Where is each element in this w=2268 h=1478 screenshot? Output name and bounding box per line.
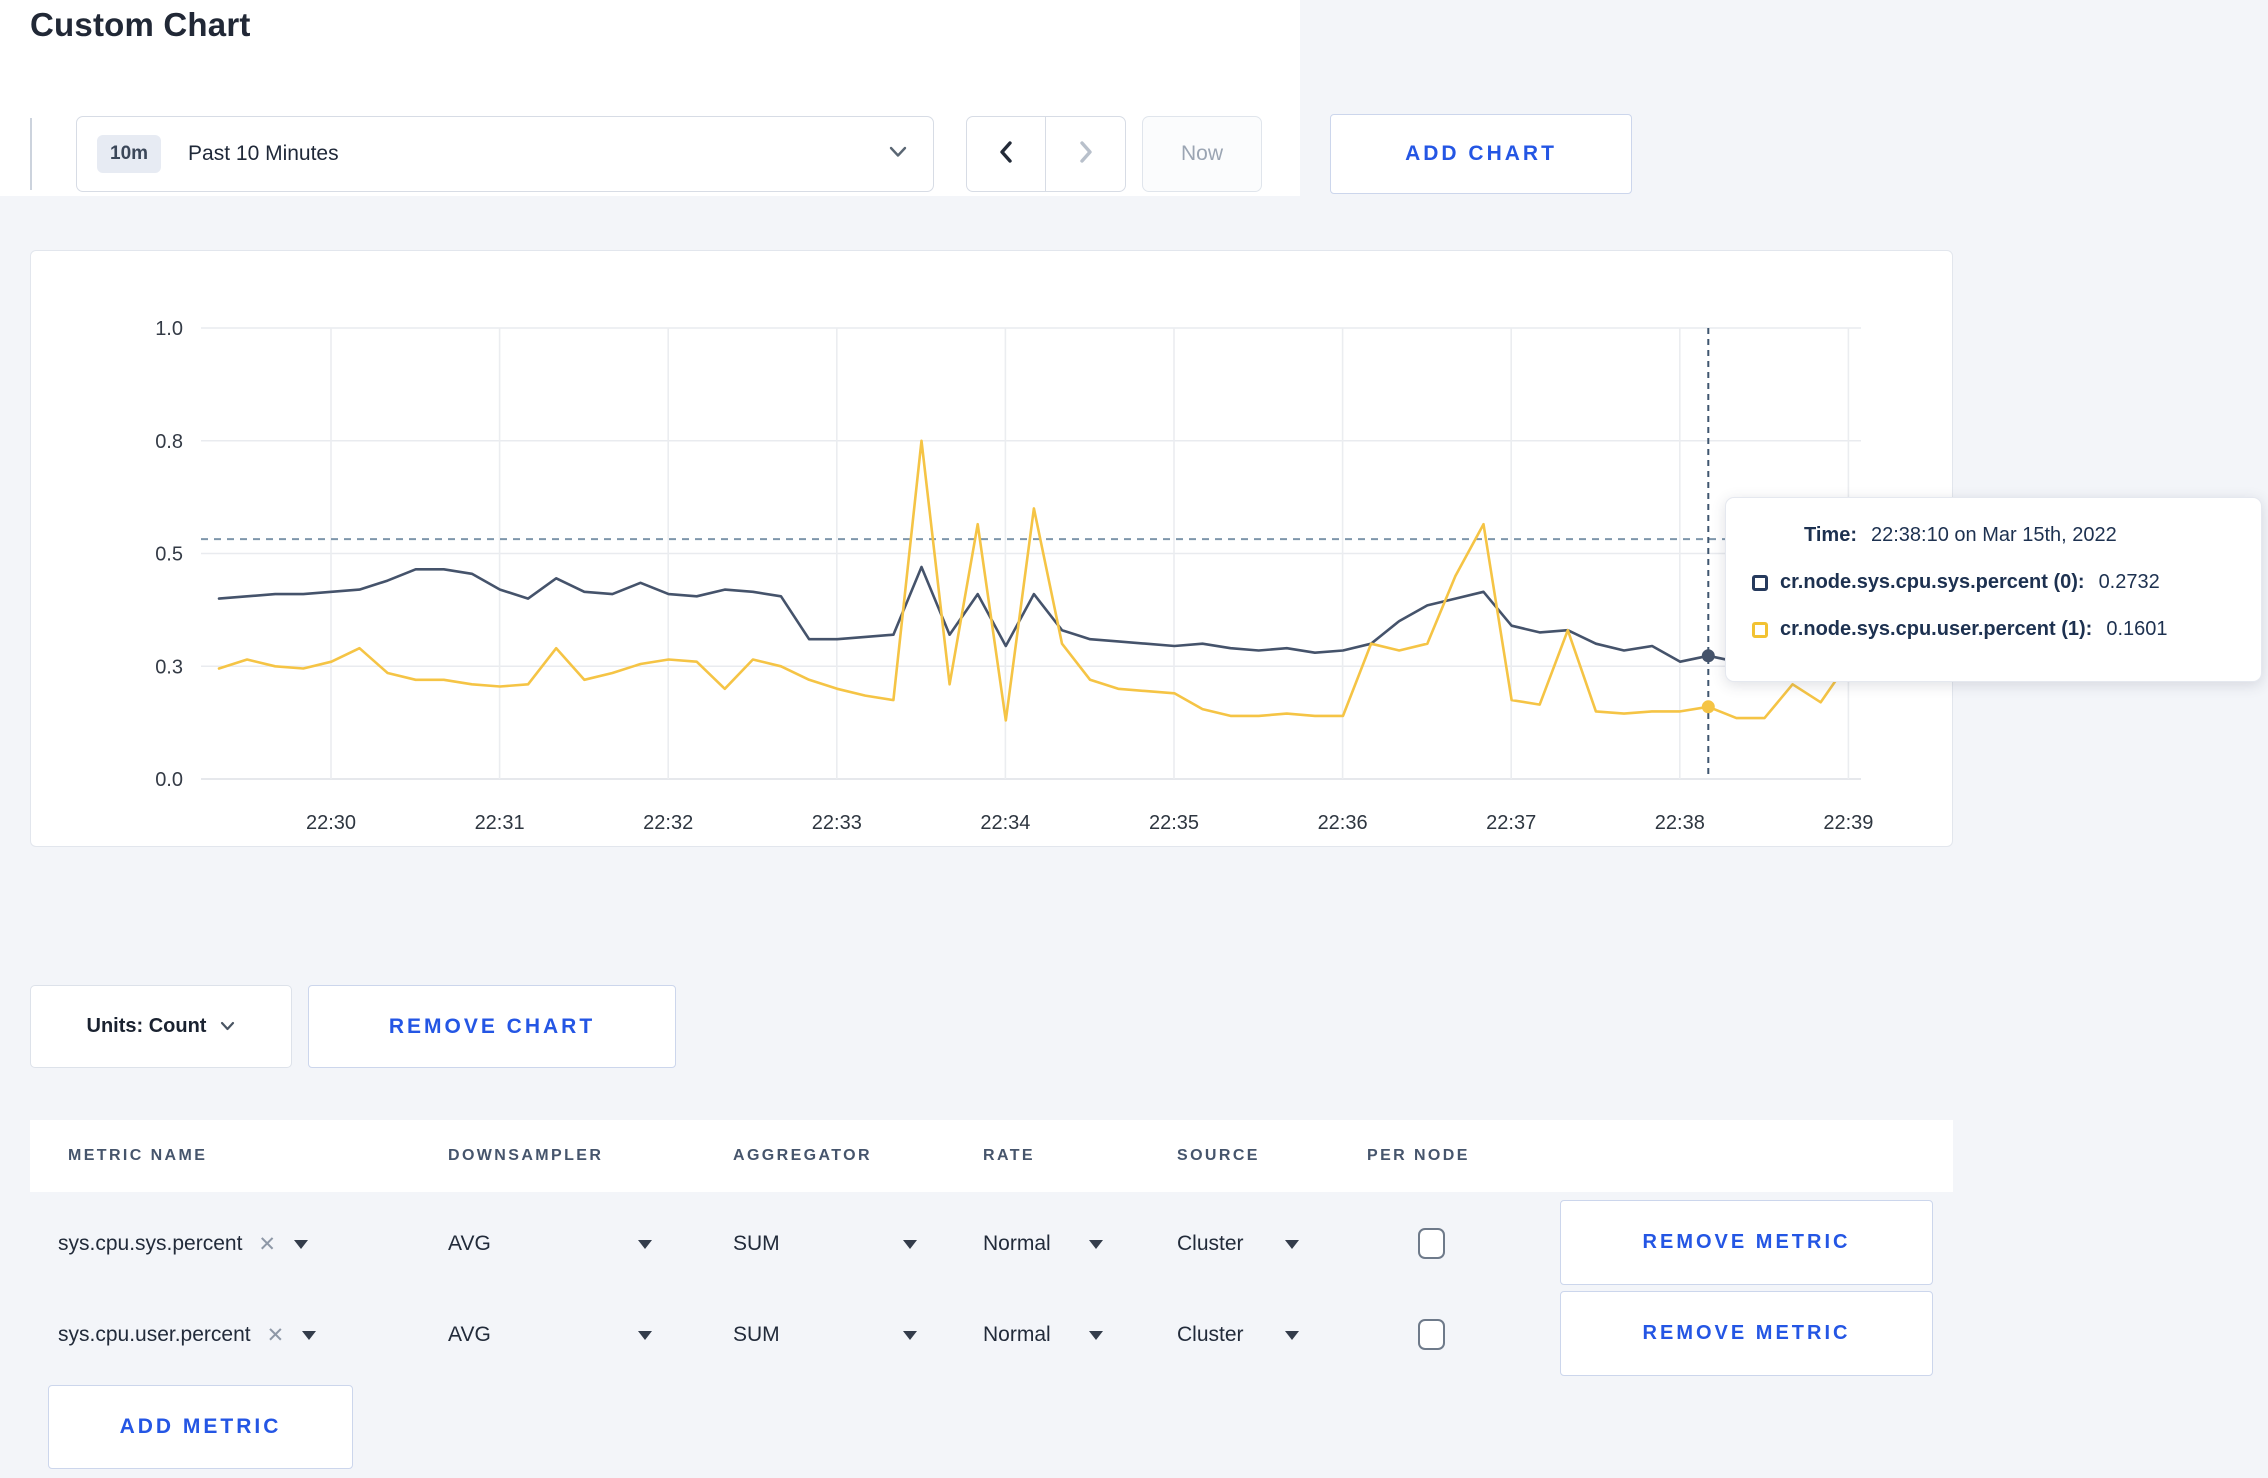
col-header-per-node: PER NODE <box>1367 1147 1470 1164</box>
custom-chart-page: Custom Chart 10m Past 10 Minutes Now ADD… <box>0 0 2268 1478</box>
legend-swatch-user-icon <box>1752 621 1768 638</box>
chevron-down-icon <box>220 1018 235 1036</box>
time-range-badge: 10m <box>97 135 162 173</box>
legend-swatch-sys-icon <box>1752 574 1768 591</box>
add-metric-button[interactable]: ADD METRIC <box>48 1385 353 1469</box>
tooltip-series-label: cr.node.sys.cpu.user.percent (1): <box>1780 618 2093 640</box>
svg-text:22:39: 22:39 <box>1823 812 1873 834</box>
metrics-table-header: METRIC NAME DOWNSAMPLER AGGREGATOR RATE … <box>30 1120 1953 1192</box>
time-pager <box>966 116 1126 192</box>
toolbar-divider <box>30 118 32 190</box>
svg-text:22:37: 22:37 <box>1486 812 1536 834</box>
caret-down-icon <box>294 1239 309 1249</box>
downsampler-value: AVG <box>448 1323 491 1346</box>
aggregator-value: SUM <box>733 1232 780 1255</box>
col-header-metric-name: METRIC NAME <box>68 1147 208 1164</box>
svg-text:0.5: 0.5 <box>155 544 183 566</box>
svg-text:22:36: 22:36 <box>1318 812 1368 834</box>
next-range-button[interactable] <box>1046 117 1125 191</box>
per-node-checkbox[interactable] <box>1418 1228 1445 1259</box>
rate-value: Normal <box>983 1323 1051 1346</box>
tooltip-time-value: 22:38:10 on Mar 15th, 2022 <box>1870 524 2117 546</box>
caret-down-icon <box>1285 1330 1299 1340</box>
rate-select[interactable]: Normal <box>983 1291 1103 1379</box>
downsampler-value: AVG <box>448 1232 491 1255</box>
col-header-source: SOURCE <box>1177 1147 1260 1164</box>
source-value: Cluster <box>1177 1232 1244 1255</box>
time-range-label: Past 10 Minutes <box>188 142 339 165</box>
prev-range-button[interactable] <box>967 117 1046 191</box>
caret-down-icon <box>638 1330 652 1340</box>
svg-text:22:38: 22:38 <box>1655 812 1705 834</box>
chevron-right-icon <box>1077 140 1095 169</box>
col-header-aggregator: AGGREGATOR <box>733 1147 872 1164</box>
aggregator-value: SUM <box>733 1323 780 1346</box>
chart-svg[interactable]: 0.0 0.3 0.5 0.8 1.0 22:30 22:31 22:32 22:33 22:34… <box>31 251 1954 848</box>
caret-down-icon <box>302 1330 317 1340</box>
remove-metric-button[interactable]: REMOVE METRIC <box>1560 1291 1933 1376</box>
svg-text:22:35: 22:35 <box>1149 812 1199 834</box>
remove-metric-button[interactable]: REMOVE METRIC <box>1560 1200 1933 1285</box>
downsampler-select[interactable]: AVG <box>448 1291 652 1379</box>
now-button[interactable]: Now <box>1142 116 1262 192</box>
svg-text:0.8: 0.8 <box>155 431 183 453</box>
chart-tooltip: Time: 22:38:10 on Mar 15th, 2022 cr.node… <box>1725 497 2262 682</box>
units-select[interactable]: Units: Count <box>30 985 292 1068</box>
tooltip-series-label: cr.node.sys.cpu.sys.percent (0): <box>1780 571 2085 593</box>
svg-text:22:32: 22:32 <box>643 812 693 834</box>
close-icon[interactable]: ✕ <box>258 1232 276 1257</box>
aggregator-select[interactable]: SUM <box>733 1291 917 1379</box>
tooltip-series-value: 0.1601 <box>2106 618 2168 640</box>
rate-value: Normal <box>983 1232 1051 1255</box>
chevron-left-icon <box>997 140 1015 169</box>
col-header-downsampler: DOWNSAMPLER <box>448 1147 604 1164</box>
source-select[interactable]: Cluster <box>1177 1291 1299 1379</box>
tooltip-time-label: Time: <box>1804 524 1857 546</box>
svg-text:1.0: 1.0 <box>155 318 183 340</box>
svg-text:22:34: 22:34 <box>980 812 1030 834</box>
table-row: sys.cpu.sys.percent ✕ AVG SUM Normal Clu… <box>0 1200 2268 1288</box>
caret-down-icon <box>1089 1239 1103 1249</box>
metric-name-select[interactable]: sys.cpu.sys.percent ✕ <box>58 1200 309 1288</box>
source-value: Cluster <box>1177 1323 1244 1346</box>
metric-name-value: sys.cpu.user.percent <box>58 1323 251 1346</box>
caret-down-icon <box>903 1239 917 1249</box>
table-row: sys.cpu.user.percent ✕ AVG SUM Normal Cl… <box>0 1291 2268 1379</box>
svg-text:0.3: 0.3 <box>155 656 183 678</box>
caret-down-icon <box>1285 1239 1299 1249</box>
metric-name-select[interactable]: sys.cpu.user.percent ✕ <box>58 1291 317 1379</box>
col-header-rate: RATE <box>983 1147 1035 1164</box>
per-node-checkbox[interactable] <box>1418 1319 1445 1350</box>
caret-down-icon <box>903 1330 917 1340</box>
tooltip-series-value: 0.2732 <box>2098 571 2160 593</box>
add-chart-button[interactable]: ADD CHART <box>1330 114 1632 194</box>
page-title: Custom Chart <box>30 6 251 43</box>
metric-name-value: sys.cpu.sys.percent <box>58 1232 243 1255</box>
close-icon[interactable]: ✕ <box>267 1323 285 1348</box>
downsampler-select[interactable]: AVG <box>448 1200 652 1288</box>
rate-select[interactable]: Normal <box>983 1200 1103 1288</box>
svg-text:22:33: 22:33 <box>812 812 862 834</box>
time-range-select[interactable]: 10m Past 10 Minutes <box>76 116 934 192</box>
svg-text:0.0: 0.0 <box>155 769 183 791</box>
chart-card: 0.0 0.3 0.5 0.8 1.0 22:30 22:31 22:32 22:33 22:34… <box>30 250 1953 847</box>
svg-text:22:30: 22:30 <box>306 812 356 834</box>
units-label: Units: Count <box>86 1015 207 1037</box>
aggregator-select[interactable]: SUM <box>733 1200 917 1288</box>
chevron-down-icon <box>889 145 907 163</box>
caret-down-icon <box>638 1239 652 1249</box>
svg-text:22:31: 22:31 <box>475 812 525 834</box>
source-select[interactable]: Cluster <box>1177 1200 1299 1288</box>
caret-down-icon <box>1089 1330 1103 1340</box>
remove-chart-button[interactable]: REMOVE CHART <box>308 985 676 1068</box>
